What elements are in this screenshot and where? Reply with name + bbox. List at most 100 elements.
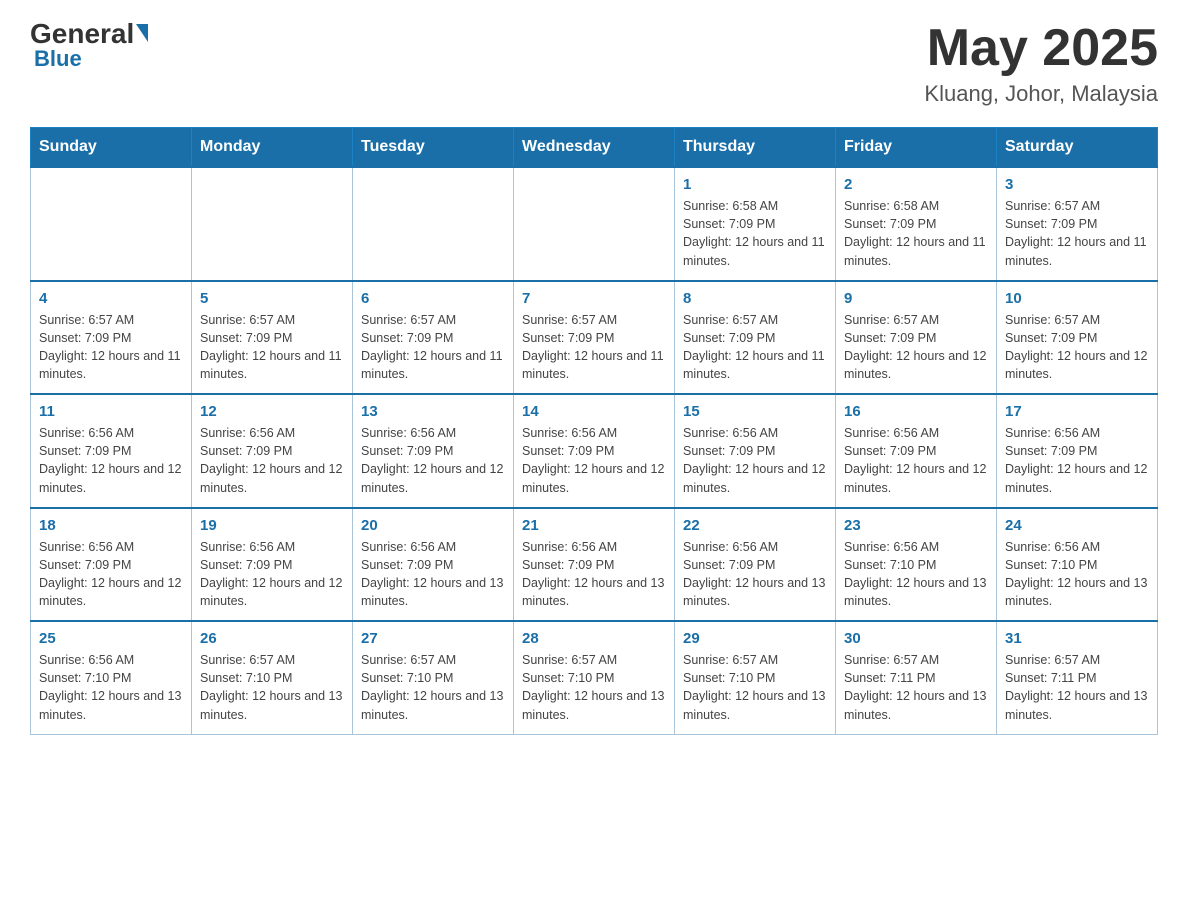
weekday-header-monday: Monday xyxy=(192,128,353,168)
weekday-header-saturday: Saturday xyxy=(997,128,1158,168)
calendar-week-row: 11 Sunrise: 6:56 AMSunset: 7:09 PMDayligh… xyxy=(31,394,1158,508)
day-number: 16 xyxy=(844,403,988,420)
calendar-body: 1 Sunrise: 6:58 AMSunset: 7:09 PMDaylight… xyxy=(31,167,1158,734)
day-info: Sunrise: 6:56 AMSunset: 7:09 PMDaylight:… xyxy=(361,538,505,611)
calendar-cell: 8Sunrise: 6:57 AMSunset: 7:09 PMDaylight… xyxy=(675,281,836,395)
day-number: 22 xyxy=(683,517,827,534)
day-info: Sunrise: 6:57 AMSunset: 7:10 PMDaylight:… xyxy=(200,651,344,724)
calendar-cell xyxy=(353,167,514,281)
calendar-cell: 31 Sunrise: 6:57 AMSunset: 7:11 PMDayligh… xyxy=(997,621,1158,734)
day-number: 4 xyxy=(39,290,183,307)
weekday-header-row: SundayMondayTuesdayWednesdayThursdayFrid… xyxy=(31,128,1158,168)
day-info: Sunrise: 6:56 AMSunset: 7:09 PMDaylight:… xyxy=(39,424,183,497)
calendar-cell: 25Sunrise: 6:56 AMSunset: 7:10 PMDayligh… xyxy=(31,621,192,734)
calendar-title: May 2025 xyxy=(924,20,1158,77)
day-info: Sunrise: 6:56 AMSunset: 7:09 PMDaylight:… xyxy=(39,538,183,611)
calendar-week-row: 1 Sunrise: 6:58 AMSunset: 7:09 PMDaylight… xyxy=(31,167,1158,281)
calendar-week-row: 4 Sunrise: 6:57 AMSunset: 7:09 PMDaylight… xyxy=(31,281,1158,395)
calendar-cell xyxy=(31,167,192,281)
day-info: Sunrise: 6:57 AMSunset: 7:09 PMDaylight:… xyxy=(683,311,827,384)
logo-triangle-icon xyxy=(136,24,148,42)
title-block: May 2025 Kluang, Johor, Malaysia xyxy=(924,20,1158,107)
calendar-cell: 30 Sunrise: 6:57 AMSunset: 7:11 PMDayligh… xyxy=(836,621,997,734)
day-number: 21 xyxy=(522,517,666,534)
day-number: 26 xyxy=(200,630,344,647)
weekday-header-tuesday: Tuesday xyxy=(353,128,514,168)
day-info: Sunrise: 6:56 AMSunset: 7:09 PMDaylight:… xyxy=(522,424,666,497)
day-info: Sunrise: 6:57 AMSunset: 7:09 PMDaylight:… xyxy=(361,311,505,384)
calendar-subtitle: Kluang, Johor, Malaysia xyxy=(924,81,1158,107)
day-number: 1 xyxy=(683,176,827,193)
day-number: 13 xyxy=(361,403,505,420)
weekday-header-friday: Friday xyxy=(836,128,997,168)
day-number: 9 xyxy=(844,290,988,307)
calendar-cell: 5 Sunrise: 6:57 AMSunset: 7:09 PMDaylight… xyxy=(192,281,353,395)
calendar-cell: 4 Sunrise: 6:57 AMSunset: 7:09 PMDaylight… xyxy=(31,281,192,395)
day-number: 10 xyxy=(1005,290,1149,307)
day-info: Sunrise: 6:57 AMSunset: 7:10 PMDaylight:… xyxy=(361,651,505,724)
day-info: Sunrise: 6:57 AMSunset: 7:09 PMDaylight:… xyxy=(844,311,988,384)
day-info: Sunrise: 6:56 AMSunset: 7:09 PMDaylight:… xyxy=(200,424,344,497)
day-info: Sunrise: 6:57 AMSunset: 7:09 PMDaylight:… xyxy=(1005,197,1149,270)
day-info: Sunrise: 6:57 AMSunset: 7:09 PMDaylight:… xyxy=(39,311,183,384)
day-number: 12 xyxy=(200,403,344,420)
day-number: 31 xyxy=(1005,630,1149,647)
calendar-cell: 10Sunrise: 6:57 AMSunset: 7:09 PMDayligh… xyxy=(997,281,1158,395)
calendar-week-row: 25Sunrise: 6:56 AMSunset: 7:10 PMDayligh… xyxy=(31,621,1158,734)
day-number: 11 xyxy=(39,403,183,420)
day-info: Sunrise: 6:58 AMSunset: 7:09 PMDaylight:… xyxy=(683,197,827,270)
weekday-header-sunday: Sunday xyxy=(31,128,192,168)
calendar-cell: 13Sunrise: 6:56 AMSunset: 7:09 PMDayligh… xyxy=(353,394,514,508)
calendar-cell: 2Sunrise: 6:58 AMSunset: 7:09 PMDaylight… xyxy=(836,167,997,281)
day-number: 2 xyxy=(844,176,988,193)
day-number: 27 xyxy=(361,630,505,647)
calendar-cell: 23Sunrise: 6:56 AMSunset: 7:10 PMDayligh… xyxy=(836,508,997,622)
calendar-cell: 1 Sunrise: 6:58 AMSunset: 7:09 PMDaylight… xyxy=(675,167,836,281)
calendar-cell: 20 Sunrise: 6:56 AMSunset: 7:09 PMDayligh… xyxy=(353,508,514,622)
day-info: Sunrise: 6:56 AMSunset: 7:09 PMDaylight:… xyxy=(683,424,827,497)
day-number: 18 xyxy=(39,517,183,534)
day-info: Sunrise: 6:57 AMSunset: 7:09 PMDaylight:… xyxy=(522,311,666,384)
day-info: Sunrise: 6:57 AMSunset: 7:11 PMDaylight:… xyxy=(1005,651,1149,724)
day-info: Sunrise: 6:56 AMSunset: 7:09 PMDaylight:… xyxy=(522,538,666,611)
page-header: General Blue May 2025 Kluang, Johor, Mal… xyxy=(30,20,1158,107)
day-info: Sunrise: 6:56 AMSunset: 7:10 PMDaylight:… xyxy=(1005,538,1149,611)
calendar-cell: 7 Sunrise: 6:57 AMSunset: 7:09 PMDaylight… xyxy=(514,281,675,395)
calendar-cell: 17Sunrise: 6:56 AMSunset: 7:09 PMDayligh… xyxy=(997,394,1158,508)
calendar-cell: 11 Sunrise: 6:56 AMSunset: 7:09 PMDayligh… xyxy=(31,394,192,508)
day-number: 5 xyxy=(200,290,344,307)
calendar-cell xyxy=(192,167,353,281)
calendar-cell: 24 Sunrise: 6:56 AMSunset: 7:10 PMDayligh… xyxy=(997,508,1158,622)
day-number: 17 xyxy=(1005,403,1149,420)
logo: General Blue xyxy=(30,20,148,72)
calendar-cell: 22Sunrise: 6:56 AMSunset: 7:09 PMDayligh… xyxy=(675,508,836,622)
day-info: Sunrise: 6:56 AMSunset: 7:09 PMDaylight:… xyxy=(200,538,344,611)
calendar-cell: 9 Sunrise: 6:57 AMSunset: 7:09 PMDaylight… xyxy=(836,281,997,395)
weekday-header-wednesday: Wednesday xyxy=(514,128,675,168)
calendar-cell xyxy=(514,167,675,281)
day-number: 15 xyxy=(683,403,827,420)
calendar-cell: 6 Sunrise: 6:57 AMSunset: 7:09 PMDaylight… xyxy=(353,281,514,395)
day-number: 7 xyxy=(522,290,666,307)
day-info: Sunrise: 6:57 AMSunset: 7:09 PMDaylight:… xyxy=(200,311,344,384)
calendar-cell: 15 Sunrise: 6:56 AMSunset: 7:09 PMDayligh… xyxy=(675,394,836,508)
logo-blue-text: Blue xyxy=(34,46,82,72)
day-number: 28 xyxy=(522,630,666,647)
day-number: 30 xyxy=(844,630,988,647)
calendar-table: SundayMondayTuesdayWednesdayThursdayFrid… xyxy=(30,127,1158,735)
day-number: 23 xyxy=(844,517,988,534)
calendar-cell: 21 Sunrise: 6:56 AMSunset: 7:09 PMDayligh… xyxy=(514,508,675,622)
day-number: 24 xyxy=(1005,517,1149,534)
day-info: Sunrise: 6:56 AMSunset: 7:09 PMDaylight:… xyxy=(844,424,988,497)
logo-general-text: General xyxy=(30,20,134,48)
day-number: 19 xyxy=(200,517,344,534)
day-info: Sunrise: 6:57 AMSunset: 7:10 PMDaylight:… xyxy=(522,651,666,724)
day-info: Sunrise: 6:56 AMSunset: 7:10 PMDaylight:… xyxy=(39,651,183,724)
day-number: 3 xyxy=(1005,176,1149,193)
calendar-cell: 19 Sunrise: 6:56 AMSunset: 7:09 PMDayligh… xyxy=(192,508,353,622)
day-number: 20 xyxy=(361,517,505,534)
day-number: 6 xyxy=(361,290,505,307)
day-info: Sunrise: 6:57 AMSunset: 7:11 PMDaylight:… xyxy=(844,651,988,724)
calendar-cell: 18 Sunrise: 6:56 AMSunset: 7:09 PMDayligh… xyxy=(31,508,192,622)
day-number: 14 xyxy=(522,403,666,420)
